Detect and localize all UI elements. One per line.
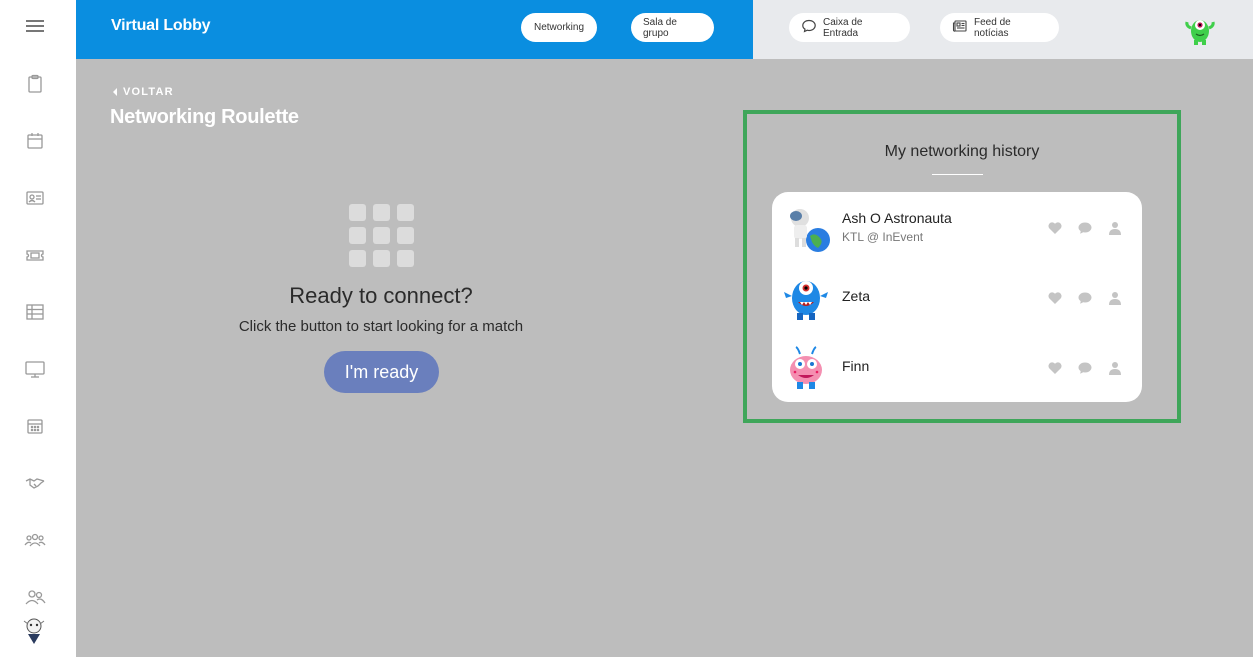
- heart-icon[interactable]: [1046, 359, 1064, 377]
- history-actions: [1046, 219, 1124, 237]
- ready-heading: Ready to connect?: [289, 283, 473, 308]
- history-row: Ash O Astronauta KTL @ InEvent: [772, 197, 1142, 257]
- newspaper-icon: [952, 18, 968, 37]
- profile-icon[interactable]: [1106, 289, 1124, 307]
- chat-icon[interactable]: [1076, 289, 1094, 307]
- heart-icon[interactable]: [1046, 289, 1064, 307]
- news-feed-label: Feed de notícias: [974, 16, 1011, 39]
- chat-icon[interactable]: [1076, 359, 1094, 377]
- clipboard-icon[interactable]: [22, 71, 48, 97]
- networking-button[interactable]: Networking: [521, 13, 597, 42]
- user-avatar[interactable]: [1183, 11, 1217, 47]
- history-card: Ash O Astronauta KTL @ InEvent Zeta Finn: [772, 192, 1142, 402]
- inbox-label: Caixa de Entrada: [823, 16, 863, 39]
- profile-avatar[interactable]: [20, 616, 48, 646]
- im-ready-button[interactable]: I'm ready: [324, 351, 439, 393]
- history-actions: [1046, 359, 1124, 377]
- history-org: KTL @ InEvent: [842, 230, 924, 244]
- calendar-icon[interactable]: [22, 128, 48, 154]
- profile-icon[interactable]: [1106, 219, 1124, 237]
- history-name[interactable]: Zeta: [842, 288, 870, 304]
- back-link[interactable]: VOLTAR: [113, 86, 174, 98]
- profile-icon[interactable]: [1106, 359, 1124, 377]
- history-name[interactable]: Ash O Astronauta: [842, 210, 952, 226]
- sala-de-grupo-label: Sala de grupo: [643, 16, 677, 39]
- id-card-icon[interactable]: [22, 185, 48, 211]
- history-title-underline: [932, 174, 983, 175]
- blue-monster-avatar[interactable]: [782, 270, 832, 324]
- history-title: My networking history: [884, 143, 1040, 160]
- schedule-icon[interactable]: [22, 413, 48, 439]
- networking-label: Networking: [533, 22, 585, 33]
- history-actions: [1046, 289, 1124, 307]
- back-label: VOLTAR: [123, 86, 174, 98]
- ticket-icon[interactable]: [22, 242, 48, 268]
- app-title: Virtual Lobby: [111, 17, 211, 34]
- inbox-button[interactable]: Caixa de Entrada: [789, 13, 910, 42]
- chat-bubble-icon: [801, 18, 817, 37]
- history-row: Finn: [772, 337, 1142, 397]
- grid-icon: [349, 204, 415, 268]
- sala-de-grupo-button[interactable]: Sala de grupo: [631, 13, 714, 42]
- table-icon[interactable]: [22, 299, 48, 325]
- page-title: Networking Roulette: [110, 106, 299, 128]
- handshake-icon[interactable]: [22, 470, 48, 496]
- news-feed-button[interactable]: Feed de notícias: [940, 13, 1059, 42]
- sidebar: [0, 0, 76, 657]
- heart-icon[interactable]: [1046, 219, 1064, 237]
- history-name[interactable]: Finn: [842, 358, 869, 374]
- hamburger-menu-icon[interactable]: [22, 13, 48, 39]
- chevron-left-icon: [113, 88, 117, 96]
- chat-icon[interactable]: [1076, 219, 1094, 237]
- pink-monster-avatar[interactable]: [782, 340, 832, 394]
- monitor-icon[interactable]: [22, 356, 48, 382]
- people-icon[interactable]: [22, 584, 48, 610]
- group-icon[interactable]: [22, 527, 48, 553]
- history-row: Zeta: [772, 267, 1142, 327]
- astronaut-avatar[interactable]: [782, 202, 832, 256]
- ready-subtext: Click the button to start looking for a …: [238, 318, 524, 335]
